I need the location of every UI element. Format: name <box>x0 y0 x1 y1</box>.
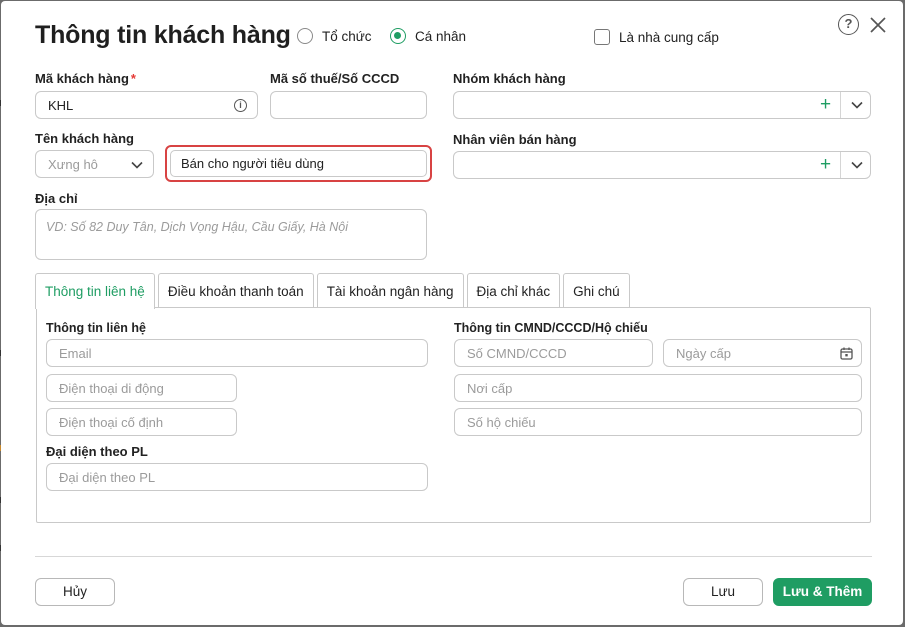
chevron-down-icon <box>131 161 143 169</box>
plus-icon[interactable]: + <box>820 95 831 114</box>
address-label: Địa chỉ <box>35 191 78 206</box>
dropdown-divider <box>840 92 841 118</box>
cancel-button[interactable]: Hủy <box>35 578 115 606</box>
legal-rep-placeholder: Đại diện theo PL <box>59 469 156 485</box>
legal-rep-title: Đại diện theo PL <box>46 444 148 459</box>
tax-code-label: Mã số thuế/Số CCCD <box>270 71 400 86</box>
salutation-placeholder: Xưng hô <box>48 156 98 172</box>
passport-number-placeholder: Số hộ chiếu <box>467 414 536 430</box>
sales-staff-select[interactable]: + <box>453 151 871 179</box>
issue-date-placeholder: Ngày cấp <box>676 345 731 361</box>
landline-phone-input[interactable]: Điện thoại cố định <box>46 408 237 436</box>
radio-circle <box>297 28 313 44</box>
customer-code-value: KHL <box>48 97 74 113</box>
landline-phone-placeholder: Điện thoại cố định <box>59 414 164 430</box>
customer-code-label: Mã khách hàng * <box>35 71 136 86</box>
tab-bank-accounts[interactable]: Tài khoản ngân hàng <box>316 273 464 308</box>
id-card-section-title: Thông tin CMND/CCCD/Hộ chiếu <box>454 321 648 335</box>
customer-group-label: Nhóm khách hàng <box>453 71 566 86</box>
tab-panel-contact: Thông tin liên hệ Email Điện thoại di độ… <box>36 307 871 523</box>
tab-contact-info[interactable]: Thông tin liên hệ <box>35 273 155 309</box>
id-number-placeholder: Số CMND/CCCD <box>467 345 567 361</box>
passport-number-input[interactable]: Số hộ chiếu <box>454 408 862 436</box>
tab-payment-terms[interactable]: Điều khoản thanh toán <box>157 273 314 308</box>
address-textarea[interactable]: VD: Số 82 Duy Tân, Dịch Vọng Hậu, Cầu Gi… <box>35 209 427 260</box>
tab-other-addresses[interactable]: Địa chỉ khác <box>466 273 561 308</box>
save-button[interactable]: Lưu <box>683 578 763 606</box>
label-text: Mã khách hàng <box>35 71 129 86</box>
calendar-icon[interactable] <box>840 347 853 360</box>
radio-organization[interactable]: Tổ chức <box>297 28 372 44</box>
customer-name-input[interactable]: Bán cho người tiêu dùng <box>165 145 432 182</box>
customer-name-inner: Bán cho người tiêu dùng <box>170 150 427 177</box>
dropdown-divider <box>840 152 841 178</box>
dialog-title: Thông tin khách hàng <box>35 21 291 49</box>
customer-group-select[interactable]: + <box>453 91 871 119</box>
required-mark: * <box>130 71 136 86</box>
radio-individual[interactable]: Cá nhân <box>390 28 466 44</box>
tab-bar: Thông tin liên hệ Điều khoản thanh toán … <box>35 273 633 309</box>
save-and-add-button[interactable]: Lưu & Thêm <box>773 578 872 606</box>
salutation-select[interactable]: Xưng hô <box>35 150 154 178</box>
issue-place-placeholder: Nơi cấp <box>467 380 513 396</box>
sales-staff-label: Nhân viên bán hàng <box>453 132 577 147</box>
issue-date-input[interactable]: Ngày cấp <box>663 339 862 367</box>
radio-circle <box>390 28 406 44</box>
email-input[interactable]: Email <box>46 339 428 367</box>
help-icon[interactable]: ? <box>838 14 859 35</box>
tax-code-input[interactable] <box>270 91 427 119</box>
legal-rep-input[interactable]: Đại diện theo PL <box>46 463 428 491</box>
contact-section-title: Thông tin liên hệ <box>46 321 146 335</box>
radio-label: Cá nhân <box>415 28 467 44</box>
customer-code-input[interactable]: KHL i <box>35 91 258 119</box>
checkbox-label: Là nhà cung cấp <box>619 29 719 45</box>
mobile-phone-input[interactable]: Điện thoại di động <box>46 374 237 402</box>
supplier-checkbox[interactable]: Là nhà cung cấp <box>594 29 719 45</box>
checkbox-box <box>594 29 610 45</box>
chevron-down-icon[interactable] <box>850 158 864 172</box>
mobile-phone-placeholder: Điện thoại di động <box>59 380 164 396</box>
email-placeholder: Email <box>59 345 92 361</box>
customer-name-label: Tên khách hàng <box>35 131 134 146</box>
customer-name-value: Bán cho người tiêu dùng <box>181 156 324 171</box>
issue-place-input[interactable]: Nơi cấp <box>454 374 862 402</box>
info-icon[interactable]: i <box>234 99 247 112</box>
footer-divider <box>35 556 872 557</box>
chevron-down-icon[interactable] <box>850 98 864 112</box>
customer-info-dialog: Thông tin khách hàng Tổ chức Cá nhân Là … <box>1 1 903 625</box>
radio-label: Tổ chức <box>322 28 372 44</box>
id-number-input[interactable]: Số CMND/CCCD <box>454 339 653 367</box>
close-icon[interactable] <box>868 15 888 35</box>
tab-notes[interactable]: Ghi chú <box>563 273 630 308</box>
plus-icon[interactable]: + <box>820 155 831 174</box>
